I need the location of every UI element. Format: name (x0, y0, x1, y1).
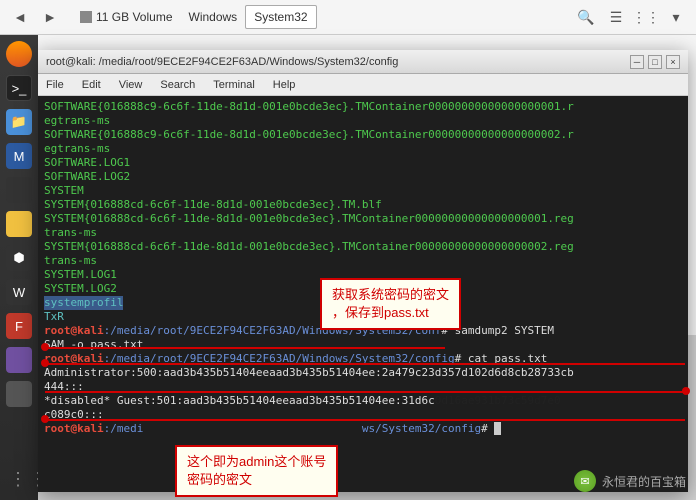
terminal-icon[interactable]: >_ (6, 75, 32, 101)
output-line: SOFTWARE{016888c9-6c6f-11de-8d1d-001e0bc… (44, 128, 682, 142)
output-line: trans-ms (44, 254, 682, 268)
output-line: SYSTEM{016888cd-6c6f-11de-8d1d-001e0bcde… (44, 212, 682, 226)
view-list-icon[interactable]: ☰ (604, 5, 628, 29)
watermark: ✉ 永恒君的百宝箱 (574, 470, 686, 492)
files-icon[interactable]: 📁 (6, 109, 32, 135)
terminal-window: root@kali: /media/root/9ECE2F94CE2F63AD/… (38, 50, 688, 492)
menu-help[interactable]: Help (273, 79, 296, 91)
app-icon-8[interactable] (6, 381, 32, 407)
output-line: *disabled* Guest:501:aad3b435b51404eeaad… (44, 394, 682, 408)
view-grid-icon[interactable]: ⋮⋮ (634, 5, 658, 29)
wechat-icon: ✉ (574, 470, 596, 492)
window-title: root@kali: /media/root/9ECE2F94CE2F63AD/… (46, 56, 398, 68)
app-icon-1[interactable]: M (6, 143, 32, 169)
back-button[interactable]: ◄ (8, 5, 32, 29)
output-line: SYSTEM{016888cd-6c6f-11de-8d1d-001e0bcde… (44, 240, 682, 254)
close-button[interactable]: × (666, 55, 680, 69)
crumb-windows[interactable]: Windows (181, 6, 246, 28)
menu-file[interactable]: File (46, 79, 64, 91)
crumb-system32[interactable]: System32 (245, 5, 316, 29)
output-line: SAM -o pass.txt (44, 338, 682, 352)
annotation-dot (41, 359, 49, 367)
output-line: egtrans-ms (44, 142, 682, 156)
annotation-dot (682, 387, 690, 395)
output-line: SOFTWARE.LOG2 (44, 170, 682, 184)
minimize-button[interactable]: ─ (630, 55, 644, 69)
output-line: SOFTWARE{016888c9-6c6f-11de-8d1d-001e0bc… (44, 100, 682, 114)
crumb-volume[interactable]: 11 GB Volume (72, 6, 181, 28)
terminal-titlebar[interactable]: root@kali: /media/root/9ECE2F94CE2F63AD/… (38, 50, 688, 74)
annotation-dot (41, 415, 49, 423)
annotation-line (45, 391, 685, 393)
app-icon-2[interactable] (6, 177, 32, 203)
annotation-line (45, 419, 685, 421)
firefox-icon[interactable] (6, 41, 32, 67)
search-icon[interactable]: 🔍 (574, 5, 598, 29)
breadcrumb: 11 GB Volume Windows System32 (72, 5, 317, 29)
annotation-line (45, 363, 685, 365)
menu-icon[interactable]: ▾ (664, 5, 688, 29)
output-line: SOFTWARE.LOG1 (44, 156, 682, 170)
output-line: SYSTEM{016888cd-6c6f-11de-8d1d-001e0bcde… (44, 198, 682, 212)
menu-view[interactable]: View (119, 79, 143, 91)
app-icon-3[interactable] (6, 211, 32, 237)
file-manager-toolbar: ◄ ► 11 GB Volume Windows System32 🔍 ☰ ⋮⋮… (0, 0, 696, 35)
app-icon-4[interactable]: ⬢ (6, 245, 32, 271)
annotation-line (45, 347, 445, 349)
output-line: systemprofil (44, 296, 123, 310)
output-line: SYSTEM (44, 184, 682, 198)
annotation-dot (41, 343, 49, 351)
app-icon-6[interactable]: F (6, 313, 32, 339)
app-icon-7[interactable] (6, 347, 32, 373)
app-icon-5[interactable]: W (6, 279, 32, 305)
output-line: egtrans-ms (44, 114, 682, 128)
prompt-line: root@kali:/medixxxxxxxxxxxxxxxxxxxxxxxxx… (44, 422, 682, 436)
output-line: Administrator:500:aad3b435b51404eeaad3b4… (44, 366, 682, 380)
dock: >_ 📁 M ⬢ W F ⋮⋮⋮ (0, 35, 38, 500)
menu-terminal[interactable]: Terminal (213, 79, 255, 91)
maximize-button[interactable]: □ (648, 55, 662, 69)
disk-icon (80, 11, 92, 23)
forward-button[interactable]: ► (38, 5, 62, 29)
output-line: trans-ms (44, 226, 682, 240)
terminal-menubar: File Edit View Search Terminal Help (38, 74, 688, 96)
annotation-2: 这个即为admin这个账号 密码的密文 (175, 445, 338, 497)
annotation-1: 获取系统密码的密文 ，保存到pass.txt (320, 278, 461, 330)
menu-search[interactable]: Search (160, 79, 195, 91)
menu-edit[interactable]: Edit (82, 79, 101, 91)
